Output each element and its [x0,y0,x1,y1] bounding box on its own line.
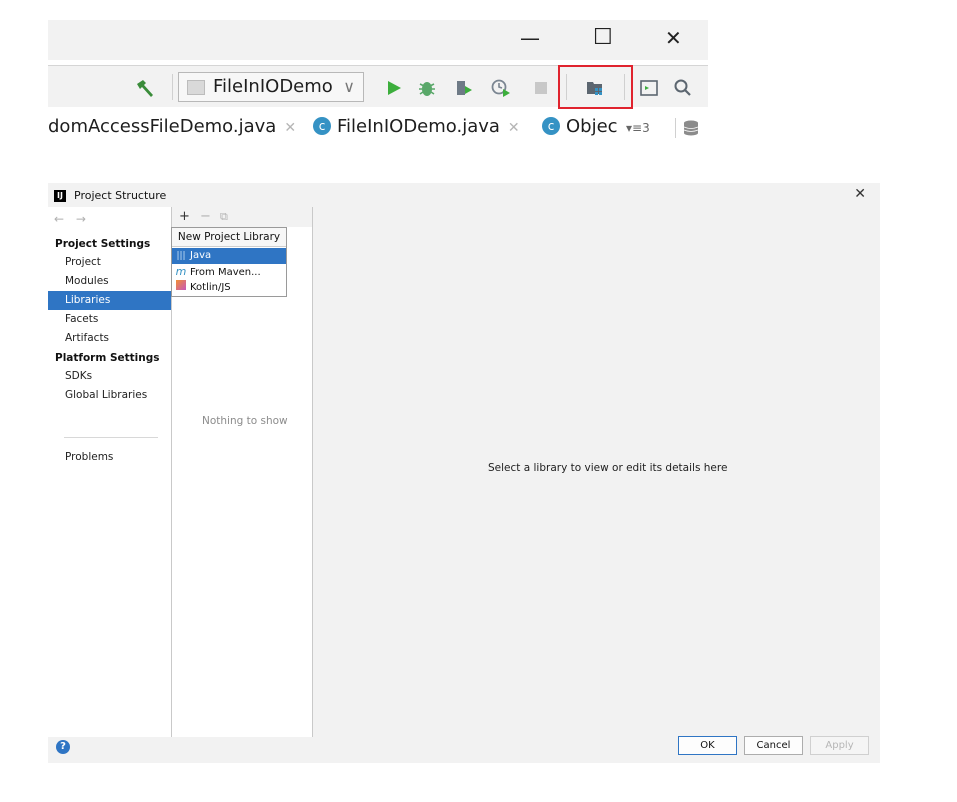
sidebar-item-sdks[interactable]: SDKs [48,367,171,386]
java-class-icon: c [542,117,560,135]
tab-label: FileInIODemo.java [337,116,500,137]
popup-item-label: Java [190,250,212,261]
run-icon[interactable] [383,78,405,98]
forward-arrow-icon[interactable]: → [76,212,90,226]
tab-overflow-button[interactable]: ▾≡3 [626,121,650,135]
coverage-icon[interactable] [453,78,475,98]
ide-title-bar: — ☐ ✕ [48,20,708,60]
nav-arrows: ← → [54,212,90,226]
sidebar-item-facets[interactable]: Facets [48,310,171,329]
dialog-title: Project Structure [74,189,167,202]
tab-label: domAccessFileDemo.java [48,116,277,137]
toolbar-separator [675,118,676,138]
profile-icon[interactable] [490,78,512,98]
close-icon[interactable]: ✕ [508,120,520,136]
maximize-button[interactable]: ☐ [593,25,613,50]
sidebar-item-problems[interactable]: Problems [48,448,171,467]
run-config-label: FileInIODemo [213,76,333,97]
popup-item-label: From Maven... [190,267,261,278]
close-icon[interactable]: ✕ [854,186,866,202]
hammer-icon[interactable] [134,78,156,98]
tab-fileiniodemo[interactable]: c FileInIODemo.java ✕ [313,116,520,137]
stop-icon[interactable] [530,78,552,98]
section-platform-settings: Platform Settings [55,352,160,364]
run-config-icon [187,80,205,95]
sidebar-item-libraries[interactable]: Libraries [48,291,171,310]
toolbar-separator [172,74,173,100]
sidebar-item-artifacts[interactable]: Artifacts [48,329,171,348]
popup-item-label: Kotlin/JS [190,282,231,293]
search-icon[interactable] [672,78,694,98]
empty-list-text: Nothing to show [202,415,288,427]
editor-tabs: domAccessFileDemo.java ✕ c FileInIODemo.ja… [48,112,708,142]
kotlin-js-icon [176,280,186,290]
back-arrow-icon[interactable]: ← [54,212,68,226]
project-structure-dialog: IJ Project Structure ✕ ← → Project Setti… [48,183,880,763]
run-configuration-selector[interactable]: FileInIODemo ∨ [178,72,364,102]
popup-header: New Project Library [172,228,286,247]
intellij-logo-icon: IJ [54,190,66,202]
new-library-popup: New Project Library ||| Java m From Maven.… [171,227,287,297]
database-icon[interactable] [682,119,700,137]
ok-button[interactable]: OK [678,736,737,755]
apply-button[interactable]: Apply [810,736,869,755]
sidebar-divider [64,437,158,438]
remove-icon[interactable]: − [200,209,211,224]
close-window-button[interactable]: ✕ [665,26,682,50]
section-project-settings: Project Settings [55,238,151,250]
terminal-icon[interactable] [638,78,660,98]
popup-item-from-maven[interactable]: m From Maven... [172,264,286,280]
minimize-button[interactable]: — [520,26,540,50]
chevron-down-icon: ∨ [343,77,355,96]
splitter[interactable] [312,207,313,737]
copy-icon[interactable]: ⧉ [220,210,228,224]
maven-icon: m [175,265,187,278]
library-icon: ||| [176,251,186,261]
tab-object[interactable]: c Objec [542,116,618,137]
add-icon[interactable]: + [179,209,190,224]
debug-icon[interactable] [416,78,438,98]
help-icon[interactable]: ? [56,740,70,754]
ide-window-crop: — ☐ ✕ FileInIODemo ∨ domAccessFileDemo.j… [48,20,708,145]
java-class-icon: c [313,117,331,135]
tab-label: Objec [566,116,618,137]
libraries-toolbar: + − ⧉ [172,207,312,227]
close-icon[interactable]: ✕ [284,120,296,136]
sidebar-item-global-libraries[interactable]: Global Libraries [48,386,171,405]
highlight-box [558,65,633,109]
cancel-button[interactable]: Cancel [744,736,803,755]
tab-randomaccessfiledemo[interactable]: domAccessFileDemo.java ✕ [48,116,296,137]
popup-item-kotlin-js[interactable]: Kotlin/JS [172,280,286,296]
sidebar-item-project[interactable]: Project [48,253,171,272]
sidebar-item-modules[interactable]: Modules [48,272,171,291]
dialog-title-bar: IJ Project Structure ✕ [48,183,880,207]
settings-sidebar: ← → Project Settings Project Modules Lib… [48,207,171,737]
popup-item-java[interactable]: ||| Java [172,248,286,264]
detail-placeholder-text: Select a library to view or edit its det… [488,462,728,474]
